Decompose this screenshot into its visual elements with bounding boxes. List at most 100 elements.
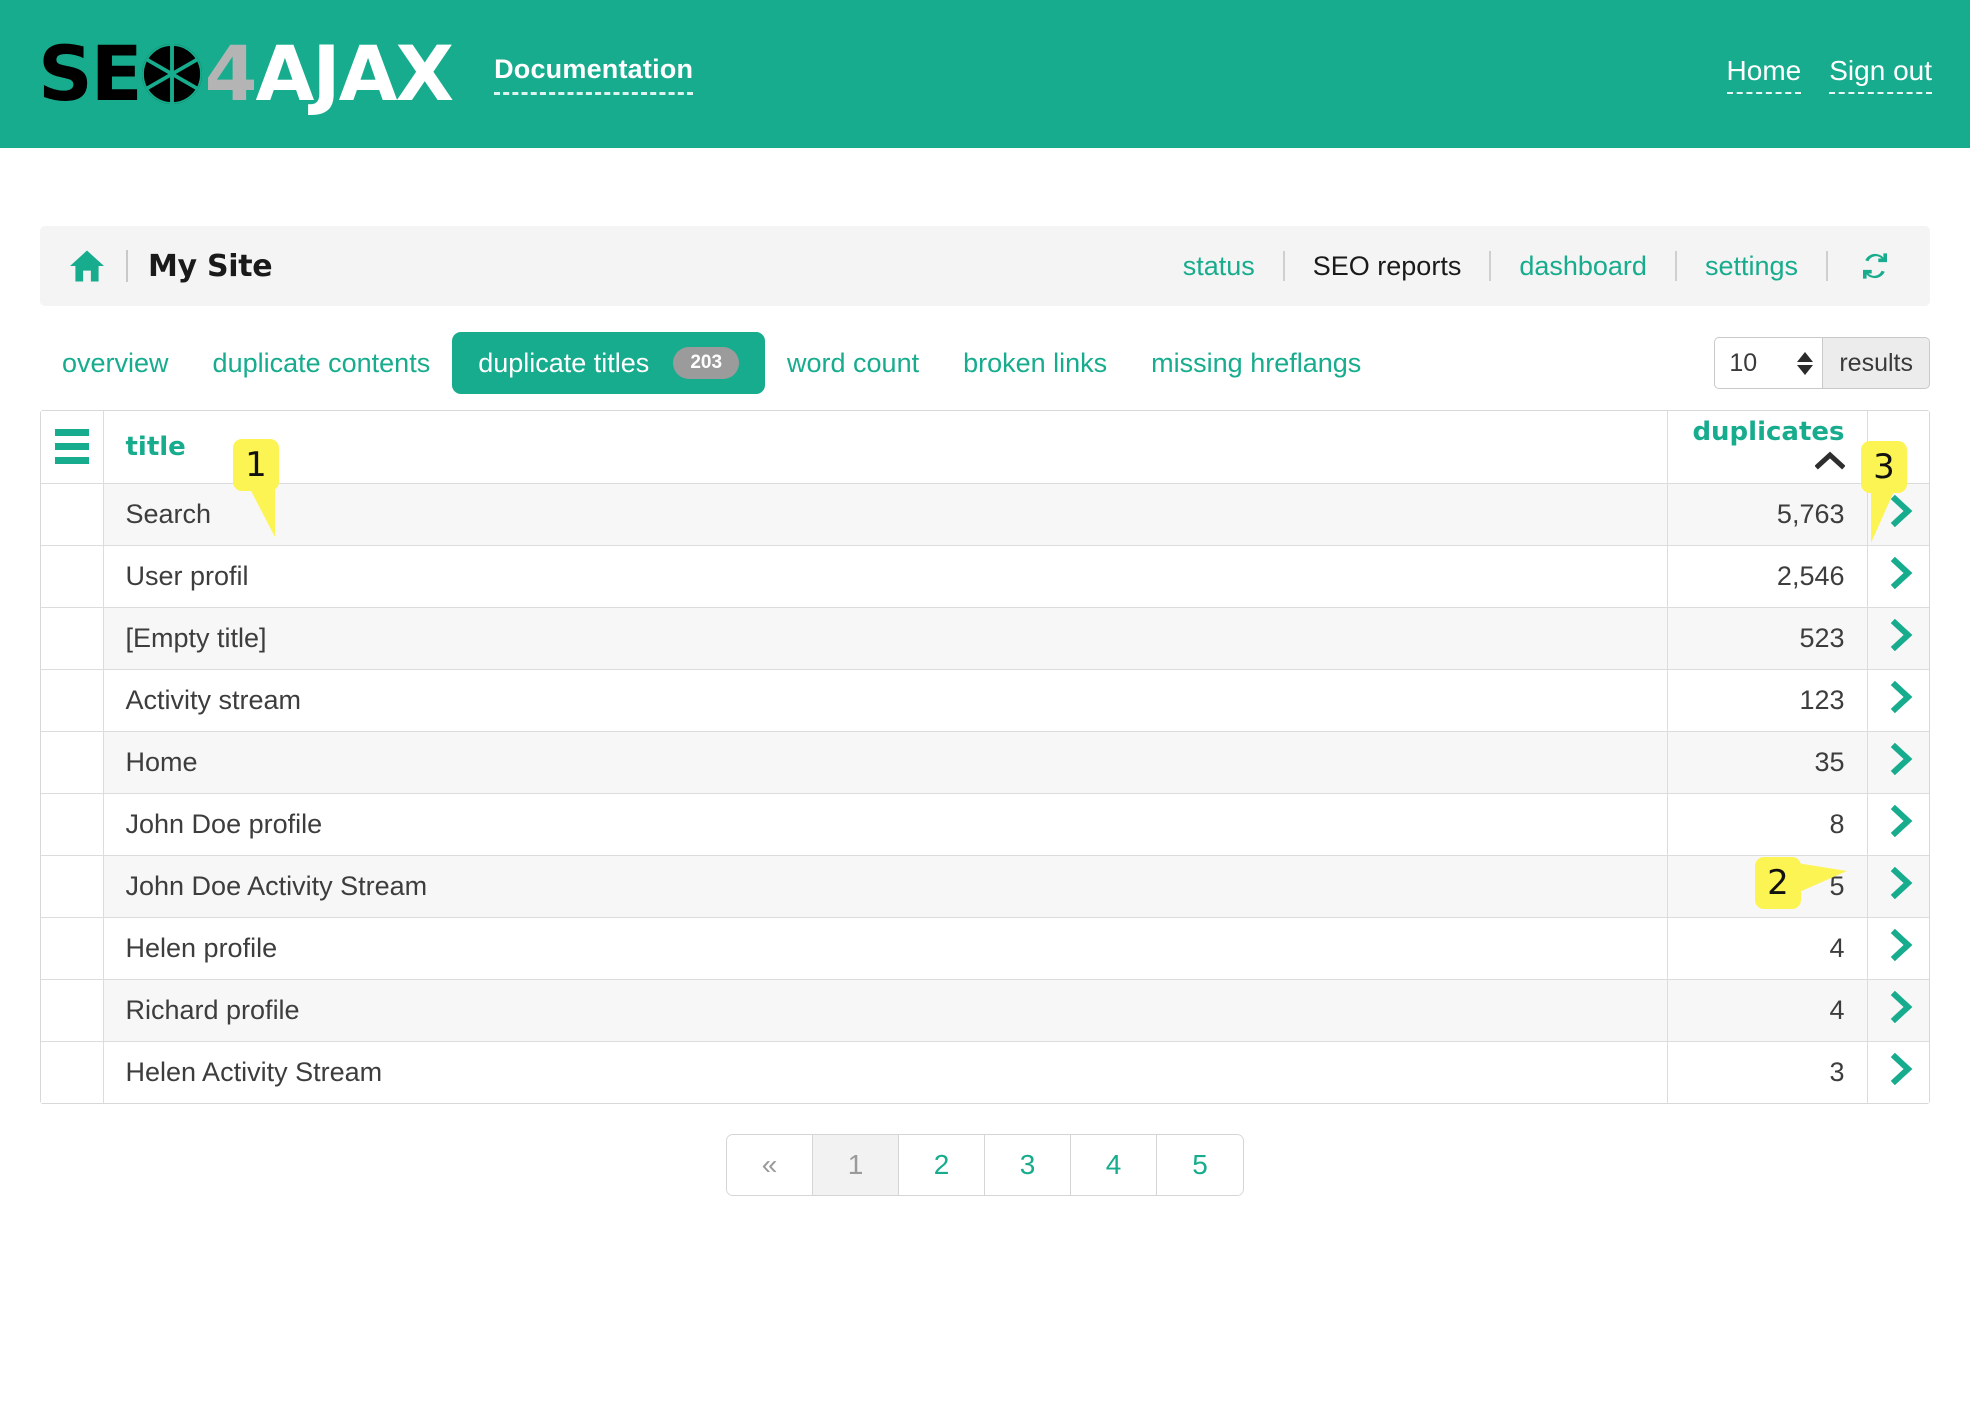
tab-word-count[interactable]: word count	[765, 335, 941, 392]
row-detail-button[interactable]	[1867, 855, 1929, 917]
sitenav-dashboard[interactable]: dashboard	[1517, 251, 1649, 282]
brand-logo[interactable]: SE	[38, 28, 452, 120]
chevron-right-icon	[1890, 991, 1916, 1030]
row-duplicates-cell: 3	[1667, 1041, 1867, 1103]
row-select-cell	[41, 669, 103, 731]
row-select-cell	[41, 979, 103, 1041]
row-detail-button[interactable]	[1867, 917, 1929, 979]
column-header-title[interactable]: title	[103, 411, 1667, 483]
chevron-right-icon	[1890, 743, 1916, 782]
tab-missing-hreflangs[interactable]: missing hreflangs	[1129, 335, 1383, 392]
row-title-cell: John Doe profile	[103, 793, 1667, 855]
pagination-page-3[interactable]: 3	[985, 1135, 1071, 1195]
page-title: My Site	[148, 249, 272, 284]
top-header-bar: SE	[0, 0, 1970, 148]
table-row[interactable]: Richard profile4	[41, 979, 1929, 1041]
divider	[1826, 251, 1828, 281]
row-title-cell: Helen profile	[103, 917, 1667, 979]
results-count-input[interactable]: 10	[1714, 337, 1822, 389]
row-duplicates-cell: 4	[1667, 917, 1867, 979]
results-per-page-control: 10 results	[1714, 337, 1930, 389]
row-duplicates-cell: 523	[1667, 607, 1867, 669]
page-content: My Site status SEO reports dashboard set…	[0, 226, 1970, 1196]
row-detail-button[interactable]	[1867, 545, 1929, 607]
pagination-page-5[interactable]: 5	[1157, 1135, 1243, 1195]
pagination-page-1[interactable]: 1	[813, 1135, 899, 1195]
pagination-page-4[interactable]: 4	[1071, 1135, 1157, 1195]
row-select-cell	[41, 483, 103, 545]
tab-duplicate-titles[interactable]: duplicate titles 203	[452, 332, 765, 394]
table-row[interactable]: Helen Activity Stream3	[41, 1041, 1929, 1103]
row-detail-button[interactable]	[1867, 669, 1929, 731]
pagination-prev[interactable]: «	[727, 1135, 813, 1195]
results-label: results	[1822, 337, 1930, 389]
table-row[interactable]: [Empty title]523	[41, 607, 1929, 669]
row-detail-button[interactable]	[1867, 1041, 1929, 1103]
tab-duplicate-contents[interactable]: duplicate contents	[191, 335, 453, 392]
logo-se-text: SE	[38, 36, 141, 112]
column-header-duplicates[interactable]: duplicates	[1667, 411, 1867, 483]
callout-badge-2-label: 2	[1767, 866, 1789, 900]
chevron-right-icon	[1890, 619, 1916, 658]
table-body: Search5,763User profil2,546[Empty title]…	[41, 483, 1929, 1103]
caret-up-icon	[1815, 447, 1845, 477]
table-row[interactable]: User profil2,546	[41, 545, 1929, 607]
table-row[interactable]: Helen profile4	[41, 917, 1929, 979]
chevron-right-icon	[1890, 867, 1916, 906]
site-nav: status SEO reports dashboard settings	[1181, 245, 1896, 287]
chevron-right-icon	[1890, 681, 1916, 720]
row-detail-button[interactable]	[1867, 793, 1929, 855]
table-row[interactable]: Search5,763	[41, 483, 1929, 545]
sitenav-settings[interactable]: settings	[1703, 251, 1800, 282]
row-title-cell: John Doe Activity Stream	[103, 855, 1667, 917]
row-select-cell	[41, 917, 103, 979]
divider	[1283, 251, 1285, 281]
table-row[interactable]: Activity stream123	[41, 669, 1929, 731]
callout-tail	[239, 487, 275, 537]
home-link[interactable]: Home	[1727, 55, 1802, 94]
column-header-title-label: title	[126, 432, 186, 462]
sign-out-link[interactable]: Sign out	[1829, 55, 1932, 94]
refresh-icon[interactable]	[1854, 245, 1896, 287]
table-row[interactable]: John Doe Activity Stream5	[41, 855, 1929, 917]
sitenav-seo-reports[interactable]: SEO reports	[1311, 251, 1464, 282]
column-header-duplicates-label: duplicates	[1692, 417, 1844, 447]
row-title-cell: Home	[103, 731, 1667, 793]
row-title-cell: Search	[103, 483, 1667, 545]
tab-duplicate-titles-label: duplicate titles	[478, 348, 649, 379]
results-count-value: 10	[1729, 349, 1757, 378]
row-title-cell: Richard profile	[103, 979, 1667, 1041]
table-row[interactable]: John Doe profile8	[41, 793, 1929, 855]
row-duplicates-cell: 5,763	[1667, 483, 1867, 545]
row-detail-button[interactable]	[1867, 731, 1929, 793]
row-duplicates-cell: 8	[1667, 793, 1867, 855]
table-menu-button[interactable]	[41, 411, 103, 483]
pagination-page-2[interactable]: 2	[899, 1135, 985, 1195]
row-select-cell	[41, 731, 103, 793]
chevron-right-icon	[1890, 557, 1916, 596]
table-row[interactable]: Home35	[41, 731, 1929, 793]
callout-badge-3: 3	[1861, 441, 1907, 493]
callout-tail	[1871, 489, 1903, 543]
top-nav: Home Sign out	[1727, 55, 1932, 94]
row-detail-button[interactable]	[1867, 607, 1929, 669]
hamburger-icon	[41, 411, 103, 483]
row-title-cell: Helen Activity Stream	[103, 1041, 1667, 1103]
row-select-cell	[41, 545, 103, 607]
row-detail-button[interactable]	[1867, 979, 1929, 1041]
row-select-cell	[41, 607, 103, 669]
tab-overview[interactable]: overview	[40, 335, 191, 392]
home-icon[interactable]	[68, 249, 106, 283]
divider	[1675, 251, 1677, 281]
documentation-link[interactable]: Documentation	[494, 54, 693, 95]
row-duplicates-cell: 123	[1667, 669, 1867, 731]
tab-broken-links[interactable]: broken links	[941, 335, 1129, 392]
tab-duplicate-titles-count: 203	[673, 347, 739, 379]
table-header-row: title duplicates	[41, 411, 1929, 483]
chevron-right-icon	[1890, 1053, 1916, 1092]
stepper-arrows-icon[interactable]	[1797, 352, 1813, 375]
sitenav-status[interactable]: status	[1181, 251, 1257, 282]
row-select-cell	[41, 855, 103, 917]
logo-4-text: 4	[205, 36, 256, 112]
chevron-right-icon	[1890, 929, 1916, 968]
